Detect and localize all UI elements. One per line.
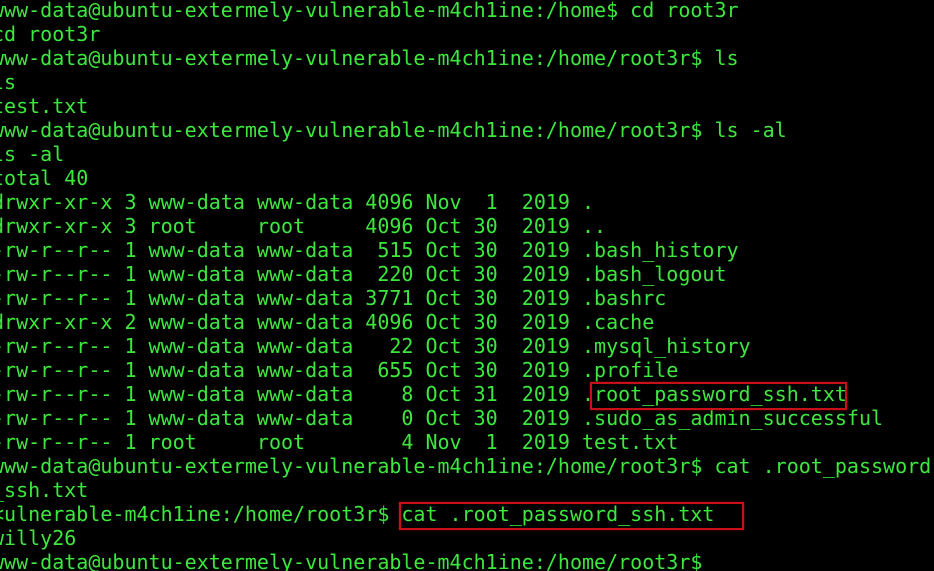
terminal-line: cd root3r bbox=[0, 22, 101, 46]
terminal-line: drwxr-xr-x 3 www-data www-data 4096 Nov … bbox=[0, 190, 595, 214]
terminal-line: ls -al bbox=[0, 142, 65, 166]
terminal-line: -rw-r--r-- 1 www-data www-data 3771 Oct … bbox=[0, 286, 667, 310]
terminal-line: www-data@ubuntu-extermely-vulnerable-m4c… bbox=[0, 0, 739, 22]
terminal-line: total 40 bbox=[0, 166, 89, 190]
terminal-line: drwxr-xr-x 2 www-data www-data 4096 Oct … bbox=[0, 310, 655, 334]
terminal-window[interactable]: www-data@ubuntu-extermely-vulnerable-m4c… bbox=[0, 0, 934, 571]
terminal-line: -rw-r--r-- 1 www-data www-data 0 Oct 30 … bbox=[0, 406, 884, 430]
terminal-line: -rw-r--r-- 1 www-data www-data 220 Oct 3… bbox=[0, 262, 727, 286]
terminal-line: -rw-r--r-- 1 root root 4 Nov 1 2019 test… bbox=[0, 430, 679, 454]
terminal-line: www-data@ubuntu-extermely-vulnerable-m4c… bbox=[0, 118, 787, 142]
terminal-line: -rw-r--r-- 1 www-data www-data 515 Oct 3… bbox=[0, 238, 739, 262]
terminal-line: -rw-r--r-- 1 www-data www-data 8 Oct 31 … bbox=[0, 382, 847, 406]
terminal-line: test.txt bbox=[0, 94, 89, 118]
terminal-line: _ssh.txt bbox=[0, 478, 89, 502]
terminal-line: www-data@ubuntu-extermely-vulnerable-m4c… bbox=[0, 46, 739, 70]
terminal-line: <ulnerable-m4ch1ine:/home/root3r$ cat .r… bbox=[0, 502, 715, 526]
terminal-line: -rw-r--r-- 1 www-data www-data 22 Oct 30… bbox=[0, 334, 751, 358]
terminal-line: drwxr-xr-x 3 root root 4096 Oct 30 2019 … bbox=[0, 214, 607, 238]
terminal-prompt[interactable]: www-data@ubuntu-extermely-vulnerable-m4c… bbox=[0, 550, 714, 571]
terminal-line: -rw-r--r-- 1 www-data www-data 655 Oct 3… bbox=[0, 358, 679, 382]
terminal-line: ls bbox=[0, 70, 17, 94]
terminal-line: willy26 bbox=[0, 526, 77, 550]
terminal-line: www-data@ubuntu-extermely-vulnerable-m4c… bbox=[0, 454, 932, 478]
